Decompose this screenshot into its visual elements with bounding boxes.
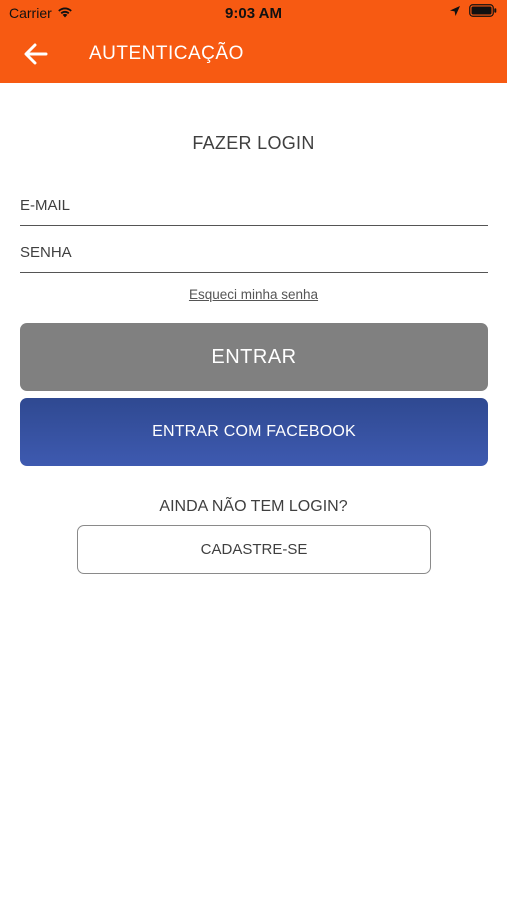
status-bar: Carrier 9:03 AM <box>0 0 507 28</box>
location-arrow-icon <box>449 4 461 20</box>
back-button[interactable] <box>20 40 52 72</box>
status-indicators <box>449 4 497 20</box>
signup-button[interactable]: CADASTRE-SE <box>77 525 431 574</box>
navigation-bar: AUTENTICAÇÃO <box>0 28 507 83</box>
battery-icon <box>469 4 497 20</box>
password-input[interactable] <box>20 233 488 272</box>
app-header: Carrier 9:03 AM AUTENTICAÇÃO <box>0 0 507 83</box>
status-time: 9:03 AM <box>225 5 282 22</box>
email-field[interactable] <box>20 186 488 226</box>
forgot-password-link[interactable]: Esqueci minha senha <box>0 287 507 302</box>
login-title: FAZER LOGIN <box>192 133 315 153</box>
signup-prompt: AINDA NÃO TEM LOGIN? <box>159 498 348 515</box>
email-input[interactable] <box>20 186 488 225</box>
login-button[interactable]: ENTRAR <box>20 323 488 391</box>
arrow-left-icon <box>24 43 48 70</box>
page-title: AUTENTICAÇÃO <box>89 43 244 64</box>
facebook-login-button[interactable]: ENTRAR COM FACEBOOK <box>20 398 488 466</box>
password-field[interactable] <box>20 233 488 273</box>
